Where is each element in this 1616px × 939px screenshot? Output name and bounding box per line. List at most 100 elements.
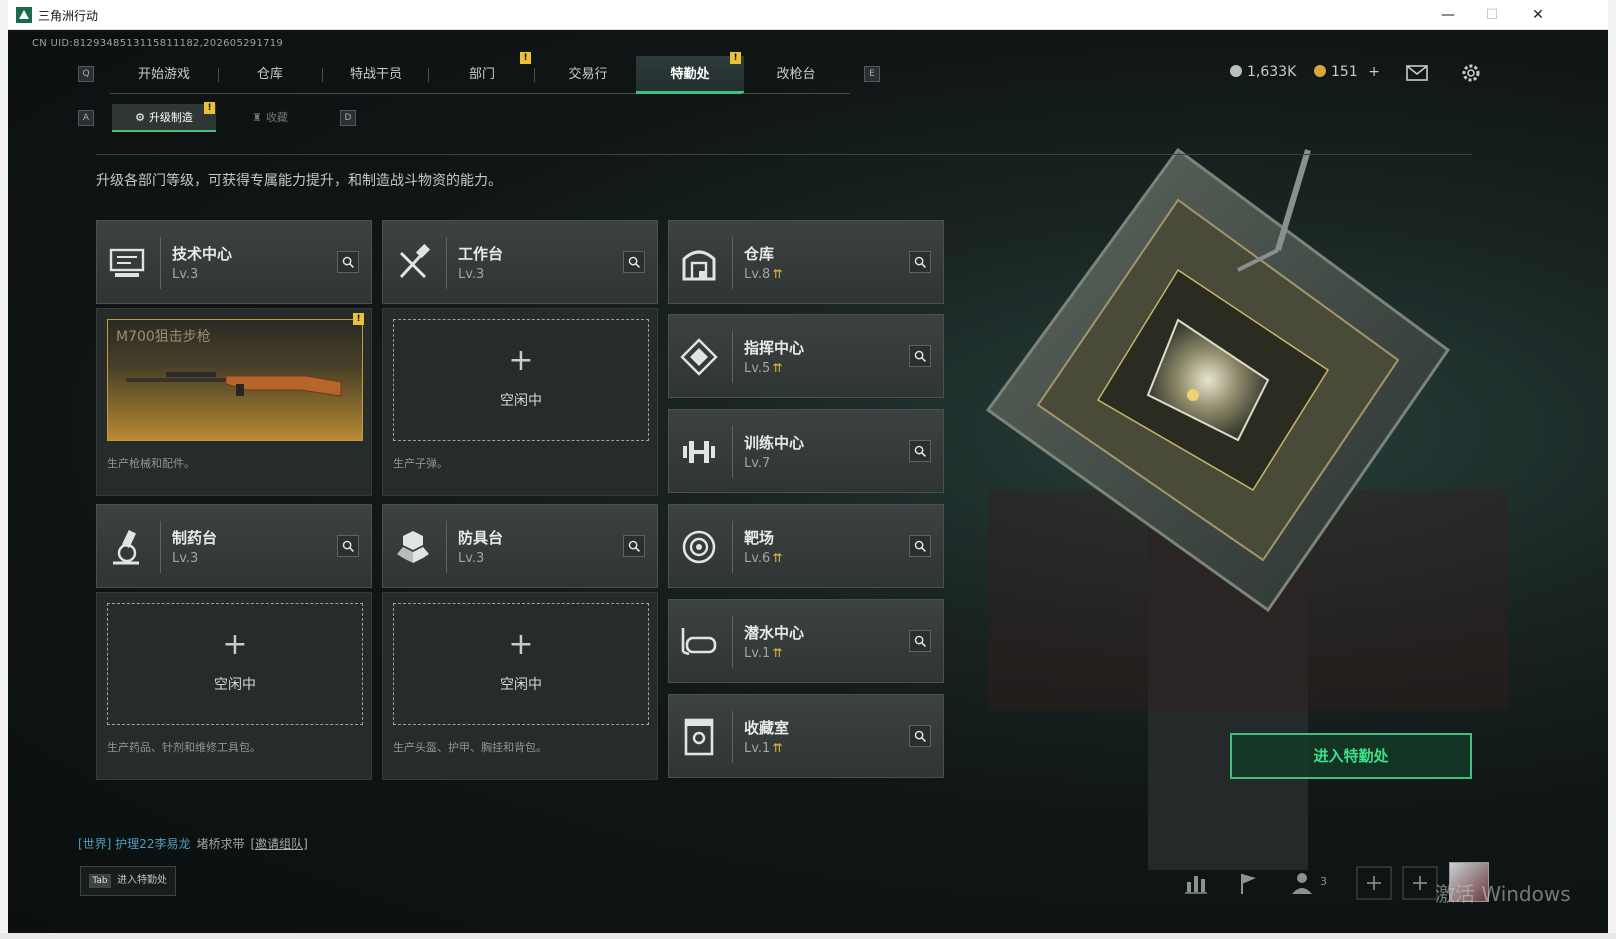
dept-level: Lv.3 bbox=[458, 267, 485, 282]
dept-name: 收藏室 bbox=[744, 719, 790, 737]
subnav-prev-hotkey[interactable]: A bbox=[78, 110, 94, 126]
dept-name: 工作台 bbox=[458, 245, 504, 263]
subtab-collection[interactable]: ♜ 收藏 bbox=[218, 104, 322, 132]
app-logo-icon bbox=[16, 7, 32, 23]
tab-special-ops[interactable]: 特勤处 bbox=[636, 56, 744, 94]
header-divider bbox=[96, 154, 1472, 155]
tab-trade[interactable]: 交易行 bbox=[534, 56, 642, 94]
tab-warehouse[interactable]: 仓库 bbox=[216, 56, 324, 94]
windows-activation-watermark: 激活 Windows bbox=[1435, 882, 1571, 906]
search-icon[interactable] bbox=[623, 251, 645, 273]
upgrade-craft-alert-badge: ! bbox=[204, 102, 215, 114]
add-production-icon: + bbox=[222, 627, 248, 662]
target-icon bbox=[682, 530, 716, 564]
production-panel-ammo: + 空闲中 生产子弹。 bbox=[382, 308, 658, 496]
search-icon[interactable] bbox=[909, 440, 931, 462]
search-icon[interactable] bbox=[623, 535, 645, 557]
dept-name: 制药台 bbox=[172, 529, 218, 547]
subnav-next-hotkey[interactable]: D bbox=[340, 110, 356, 126]
dept-level: Lv.1 ⇈ bbox=[744, 646, 783, 661]
dept-name: 潜水中心 bbox=[744, 624, 805, 642]
maximize-button[interactable]: ☐ bbox=[1472, 3, 1512, 27]
command-icon bbox=[680, 338, 718, 376]
production-slot-empty[interactable]: + 空闲中 bbox=[107, 603, 363, 725]
dept-card-collection-room[interactable]: 收藏室 Lv.1 ⇈ bbox=[668, 694, 944, 778]
microscope-icon bbox=[113, 530, 139, 565]
silver-coin-icon bbox=[1230, 65, 1242, 77]
invite-team-link[interactable]: [邀请组队] bbox=[250, 837, 307, 851]
enter-special-ops-button[interactable]: 进入特勤处 bbox=[1230, 733, 1472, 779]
search-icon[interactable] bbox=[909, 725, 931, 747]
slot-status: 空闲中 bbox=[500, 677, 542, 693]
desktop-taskbar-edge bbox=[0, 933, 1616, 939]
tab-shortcut-hint[interactable]: Tab 进入特勤处 bbox=[80, 866, 176, 896]
production-note: 生产头盔、护甲、胸挂和背包。 bbox=[393, 741, 547, 754]
card-divider bbox=[732, 237, 733, 289]
dept-card-tech-center[interactable]: 技术中心 Lv.3 bbox=[96, 220, 372, 304]
dept-level: Lv.6 ⇈ bbox=[744, 551, 783, 566]
slot-status: 空闲中 bbox=[500, 393, 542, 409]
upgrade-available-icon: ⇈ bbox=[772, 361, 783, 375]
dept-card-pharmacy[interactable]: 制药台 Lv.3 bbox=[96, 504, 372, 588]
mail-icon[interactable] bbox=[1404, 62, 1430, 84]
card-divider bbox=[732, 426, 733, 478]
sniper-rifle-icon bbox=[126, 372, 342, 397]
close-button[interactable]: ✕ bbox=[1518, 3, 1558, 27]
dept-card-training-center[interactable]: 训练中心 Lv.7 bbox=[668, 409, 944, 493]
monitor-icon bbox=[109, 248, 145, 277]
dept-card-shooting-range[interactable]: 靶场 Lv.6 ⇈ bbox=[668, 504, 944, 588]
search-icon[interactable] bbox=[909, 535, 931, 557]
flag-icon[interactable] bbox=[1230, 866, 1266, 900]
add-production-icon: + bbox=[508, 627, 534, 662]
search-icon[interactable] bbox=[337, 535, 359, 557]
tools-icon bbox=[399, 243, 431, 279]
tab-start-game[interactable]: 开始游戏 bbox=[110, 56, 218, 94]
card-divider bbox=[446, 237, 447, 289]
subtab-collection-label: 收藏 bbox=[265, 111, 288, 124]
search-icon[interactable] bbox=[909, 630, 931, 652]
diving-mask-icon bbox=[681, 628, 717, 656]
upgrade-available-icon: ⇈ bbox=[772, 267, 783, 281]
dept-card-armor-bench[interactable]: 防具台 Lv.3 bbox=[382, 504, 658, 588]
add-teammate-plus-icon[interactable] bbox=[1356, 866, 1392, 900]
search-icon[interactable] bbox=[337, 251, 359, 273]
card-divider bbox=[160, 521, 161, 573]
right-desktop-strip bbox=[1608, 0, 1616, 939]
dept-card-command-center[interactable]: 指挥中心 Lv.5 ⇈ bbox=[668, 314, 944, 398]
tab-gunsmith[interactable]: 改枪台 bbox=[742, 56, 850, 94]
armor-icon bbox=[397, 531, 429, 563]
subtab-upgrade-craft[interactable]: ⚙ 升级制造 bbox=[112, 104, 216, 132]
card-divider bbox=[732, 521, 733, 573]
production-slot-weapon[interactable]: M700狙击步枪 bbox=[107, 319, 363, 441]
production-note: 生产枪械和配件。 bbox=[107, 457, 195, 470]
product-name: M700狙击步枪 bbox=[116, 329, 211, 345]
dept-name: 指挥中心 bbox=[744, 339, 805, 357]
card-divider bbox=[732, 616, 733, 668]
search-icon[interactable] bbox=[909, 251, 931, 273]
chat-channel-sender[interactable]: [世界] 护理22李易龙 bbox=[78, 837, 190, 851]
production-slot-empty[interactable]: + 空闲中 bbox=[393, 319, 649, 441]
production-panel-medical: + 空闲中 生产药品、针剂和维修工具包。 bbox=[96, 592, 372, 780]
add-gold-button[interactable]: + bbox=[1368, 64, 1380, 80]
dept-card-workbench[interactable]: 工作台 Lv.3 bbox=[382, 220, 658, 304]
tab-operators[interactable]: 特战干员 bbox=[322, 56, 430, 94]
trophy-icon: ♜ bbox=[252, 111, 262, 124]
warehouse-icon bbox=[682, 250, 716, 281]
nav-next-hotkey[interactable]: E bbox=[864, 66, 880, 82]
production-slot-empty[interactable]: + 空闲中 bbox=[393, 603, 649, 725]
dept-level: Lv.3 bbox=[458, 551, 485, 566]
nav-prev-hotkey[interactable]: Q bbox=[78, 66, 94, 82]
silver-currency: 1,633K bbox=[1230, 64, 1296, 80]
dept-card-warehouse[interactable]: 仓库 Lv.8 ⇈ bbox=[668, 220, 944, 304]
minimize-button[interactable]: — bbox=[1428, 3, 1468, 27]
search-icon[interactable] bbox=[909, 345, 931, 367]
settings-gear-icon[interactable] bbox=[1458, 62, 1484, 84]
dept-name: 训练中心 bbox=[744, 434, 805, 452]
production-note: 生产药品、针剂和维修工具包。 bbox=[107, 741, 261, 754]
stats-chart-icon[interactable] bbox=[1178, 866, 1214, 900]
add-teammate-plus-icon[interactable] bbox=[1402, 866, 1438, 900]
dept-card-diving-center[interactable]: 潜水中心 Lv.1 ⇈ bbox=[668, 599, 944, 683]
card-divider bbox=[732, 331, 733, 383]
friends-count: 3 bbox=[1320, 875, 1327, 888]
dept-level: Lv.1 ⇈ bbox=[744, 741, 783, 756]
